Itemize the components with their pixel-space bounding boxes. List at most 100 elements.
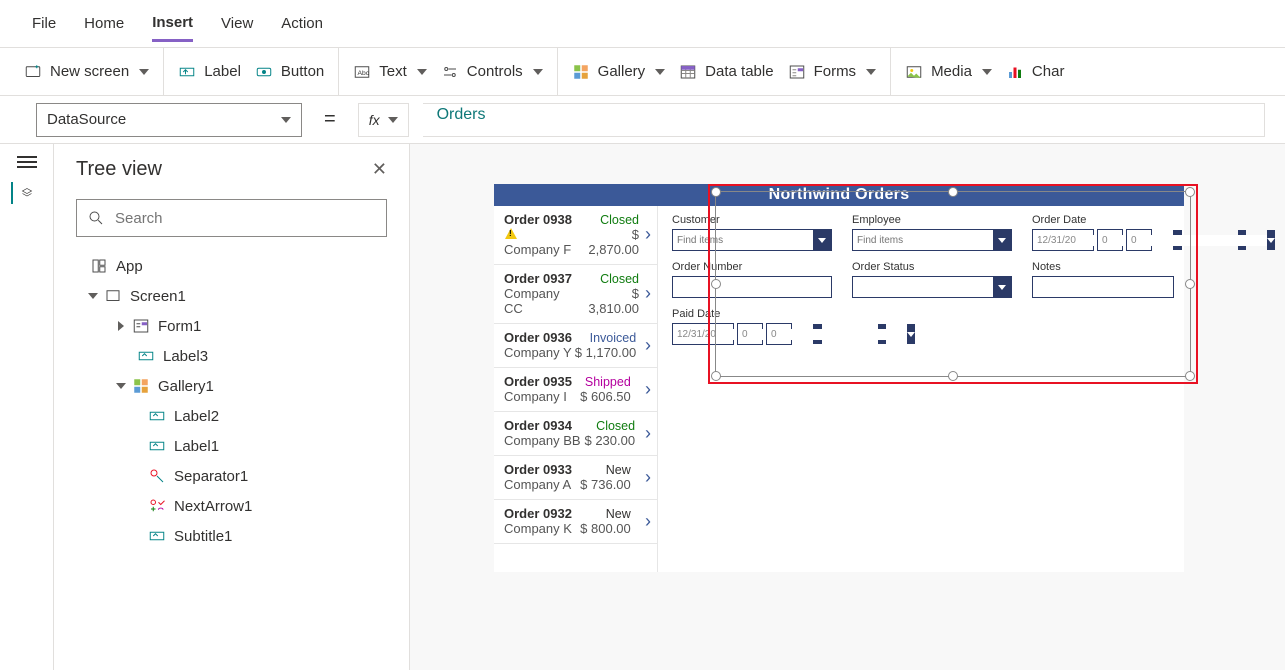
fx-label: fx — [369, 112, 380, 128]
tree-node-gallery[interactable]: Gallery1 — [64, 371, 399, 401]
order-gallery[interactable]: Order 0938Company FClosed$ 2,870.00›Orde… — [494, 206, 658, 572]
notes-input[interactable] — [1032, 276, 1174, 298]
menu-view[interactable]: View — [221, 7, 253, 40]
menu-insert[interactable]: Insert — [152, 6, 193, 42]
property-name: DataSource — [47, 111, 126, 128]
paiddate-min[interactable] — [766, 323, 792, 345]
formula-input[interactable]: Orders — [423, 103, 1265, 137]
chevron-down-icon — [993, 277, 1011, 297]
order-row[interactable]: Order 0935Company IShipped$ 606.50› — [494, 368, 657, 412]
order-amount: $ 606.50 — [580, 389, 631, 404]
caret-icon — [118, 321, 124, 331]
ordernumber-input[interactable] — [672, 276, 832, 298]
order-row[interactable]: Order 0933Company ANew$ 736.00› — [494, 456, 657, 500]
tree-search-input[interactable] — [115, 210, 376, 227]
ordernumber-text[interactable] — [673, 282, 831, 293]
insert-label-button[interactable]: Label — [178, 63, 241, 81]
order-company: Company CC — [504, 286, 580, 316]
chevron-down-icon — [417, 69, 427, 75]
orderstatus-input[interactable] — [853, 282, 993, 293]
insert-gallery-button[interactable]: Gallery — [572, 63, 666, 81]
chevron-right-icon[interactable]: › — [643, 511, 653, 532]
tree-search[interactable] — [76, 199, 387, 237]
close-icon[interactable]: ✕ — [372, 159, 387, 180]
chevron-right-icon[interactable]: › — [643, 224, 653, 245]
field-customer: Customer — [672, 214, 832, 251]
chevron-down-icon — [1267, 230, 1275, 250]
tree-node-screen[interactable]: Screen1 — [64, 281, 399, 311]
field-label: Order Date — [1032, 214, 1174, 226]
insert-button-text: Button — [281, 63, 324, 80]
order-status: Shipped — [580, 375, 631, 389]
tree-view-pane: Tree view ✕ App Screen1 Form1 — [54, 144, 410, 670]
tree-node-nextarrow[interactable]: NextArrow1 — [64, 491, 399, 521]
employee-input[interactable] — [853, 235, 993, 246]
order-company: Company I — [504, 389, 572, 404]
orderdate-hour[interactable] — [1097, 229, 1123, 251]
insert-button-button[interactable]: Button — [255, 63, 324, 81]
tree-node-label3[interactable]: Label3 — [64, 341, 399, 371]
tree-view-rail-button[interactable] — [11, 182, 33, 204]
formula-bar: DataSource = fx Orders — [0, 96, 1285, 144]
order-status: Closed — [584, 419, 635, 433]
order-row[interactable]: Order 0936Company YInvoiced$ 1,170.00› — [494, 324, 657, 368]
new-screen-label: New screen — [50, 63, 129, 80]
field-label: Paid Date — [672, 308, 832, 320]
order-company: Company K — [504, 521, 572, 536]
tree-node-separator[interactable]: Separator1 — [64, 461, 399, 491]
order-row[interactable]: Order 0934Company BBClosed$ 230.00› — [494, 412, 657, 456]
tree-node-form[interactable]: Form1 — [64, 311, 399, 341]
canvas[interactable]: Northwind Orders Order 0938Company FClos… — [410, 144, 1285, 670]
tree-node-subtitle[interactable]: Subtitle1 — [64, 521, 399, 551]
chevron-right-icon[interactable]: › — [643, 467, 653, 488]
new-screen-button[interactable]: New screen — [24, 63, 149, 81]
field-paiddate: Paid Date ▦ — [672, 308, 832, 345]
minute-input[interactable] — [1127, 235, 1267, 246]
chevron-right-icon[interactable]: › — [643, 423, 653, 444]
insert-forms-button[interactable]: Forms — [788, 63, 877, 81]
menu-file[interactable]: File — [32, 7, 56, 40]
chevron-right-icon[interactable]: › — [643, 283, 653, 304]
chevron-right-icon[interactable]: › — [643, 379, 653, 400]
order-amount: $ 2,870.00 — [581, 227, 639, 257]
order-amount: $ 736.00 — [580, 477, 631, 492]
insert-charts-button[interactable]: Char — [1006, 63, 1065, 81]
workspace: Tree view ✕ App Screen1 Form1 — [0, 144, 1285, 670]
orderstatus-dropdown[interactable] — [852, 276, 1012, 298]
app-preview[interactable]: Northwind Orders Order 0938Company FClos… — [494, 184, 1184, 572]
order-amount: $ 1,170.00 — [575, 345, 636, 360]
menu-action[interactable]: Action — [281, 7, 323, 40]
tree-node-label1[interactable]: Label1 — [64, 431, 399, 461]
tree-label: Form1 — [158, 318, 201, 335]
fx-button[interactable]: fx — [358, 103, 409, 137]
tree-node-app[interactable]: App — [64, 251, 399, 281]
insert-text-button[interactable]: Abc Text — [353, 63, 427, 81]
customer-dropdown[interactable] — [672, 229, 832, 251]
employee-dropdown[interactable] — [852, 229, 1012, 251]
order-row[interactable]: Order 0938Company FClosed$ 2,870.00› — [494, 206, 657, 265]
property-selector[interactable]: DataSource — [36, 103, 302, 137]
chevron-right-icon[interactable]: › — [643, 335, 653, 356]
order-status: Closed — [581, 213, 639, 227]
order-row[interactable]: Order 0937Company CCClosed$ 3,810.00› — [494, 265, 657, 324]
customer-input[interactable] — [673, 235, 813, 246]
tree-label: Subtitle1 — [174, 528, 232, 545]
minute-input[interactable] — [767, 329, 907, 340]
orderdate-picker[interactable]: ▦ — [1032, 229, 1094, 251]
order-row[interactable]: Order 0932Company KNew$ 800.00› — [494, 500, 657, 544]
menu-home[interactable]: Home — [84, 7, 124, 40]
search-icon — [87, 209, 105, 227]
paiddate-hour[interactable] — [737, 323, 763, 345]
orderdate-min[interactable] — [1126, 229, 1152, 251]
insert-text-label: Text — [379, 63, 407, 80]
hamburger-button[interactable] — [17, 156, 37, 168]
order-status: New — [580, 463, 631, 477]
notes-text[interactable] — [1033, 282, 1173, 293]
insert-datatable-button[interactable]: Data table — [679, 63, 773, 81]
order-status: New — [580, 507, 631, 521]
order-form[interactable]: Customer Employee Order Date ▦ — [658, 206, 1184, 572]
paiddate-picker[interactable]: ▦ — [672, 323, 734, 345]
insert-media-button[interactable]: Media — [905, 63, 992, 81]
tree-node-label2[interactable]: Label2 — [64, 401, 399, 431]
insert-controls-button[interactable]: Controls — [441, 63, 543, 81]
